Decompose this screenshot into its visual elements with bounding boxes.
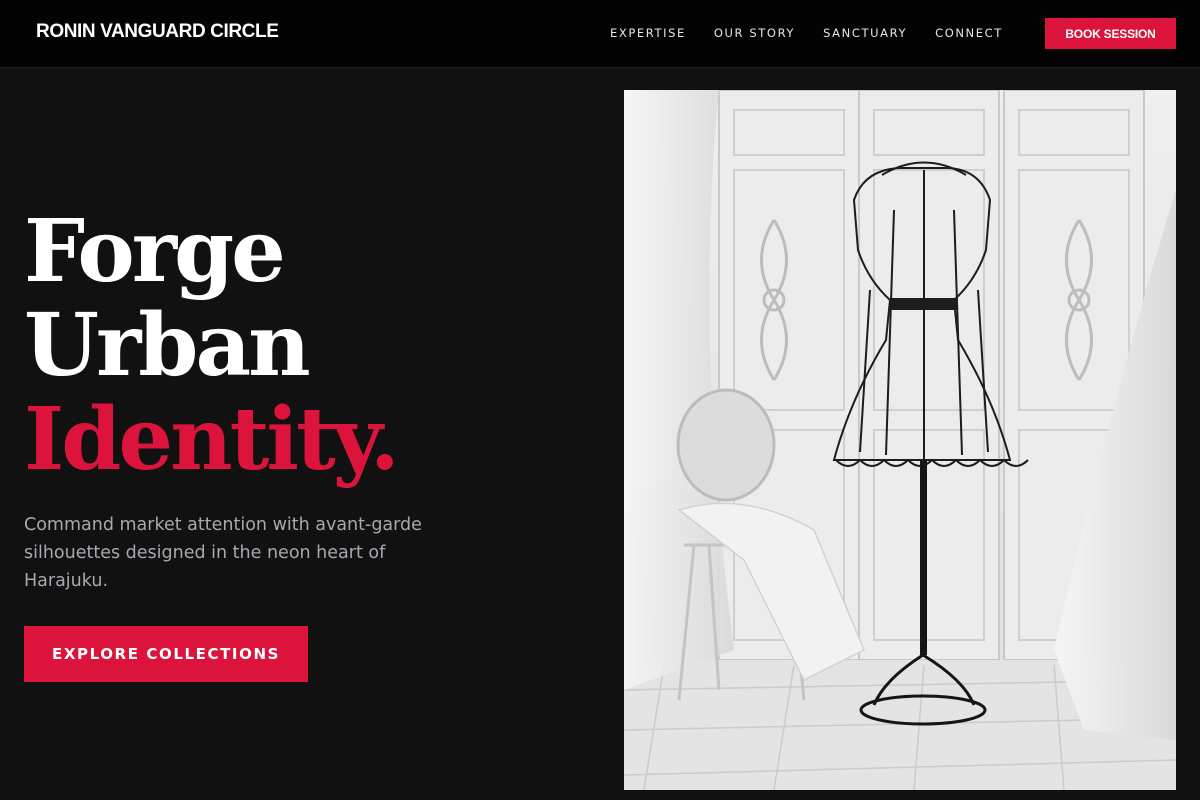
nav-link-expertise[interactable]: EXPERTISE (610, 25, 686, 41)
brand-logo[interactable]: RONIN VANGUARD CIRCLE (36, 21, 279, 43)
hero-title-line-2: Urban (24, 295, 311, 396)
nav-link-connect[interactable]: CONNECT (935, 25, 1003, 41)
hero-title: Forge Urban Identity. (24, 205, 584, 487)
nav-link-sanctuary[interactable]: SANCTUARY (823, 25, 907, 41)
navbar: RONIN VANGUARD CIRCLE EXPERTISE OUR STOR… (0, 0, 1200, 68)
dress-form-illustration (624, 90, 1176, 790)
nav-link-our-story[interactable]: OUR STORY (714, 25, 795, 41)
hero-title-line-1: Forge (24, 201, 286, 302)
hero-title-line-accent: Identity. (24, 389, 400, 490)
nav-links: EXPERTISE OUR STORY SANCTUARY CONNECT (610, 25, 1031, 41)
explore-collections-button[interactable]: EXPLORE COLLECTIONS (24, 626, 308, 682)
book-session-button[interactable]: BOOK SESSION (1045, 18, 1176, 49)
hero-image (624, 90, 1176, 790)
hero-subtitle: Command market attention with avant-gard… (24, 515, 422, 591)
